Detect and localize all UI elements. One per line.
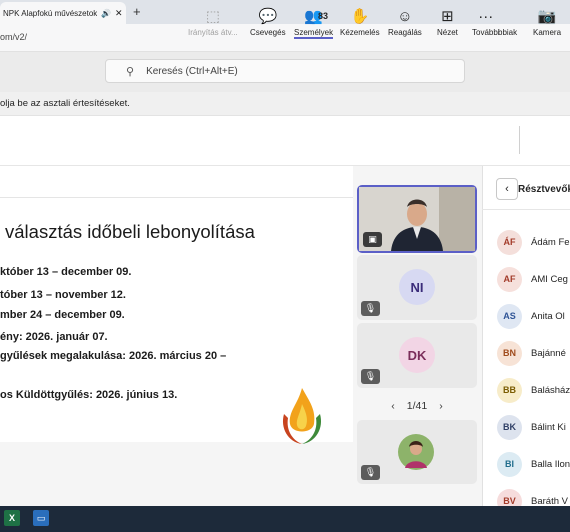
camera-button[interactable]: 📷 Kamera [533,8,561,37]
os-taskbar [0,506,570,532]
smiley-icon: ☺ [397,8,413,25]
raise-hand-button[interactable]: ✋ Kézemelés [340,8,380,37]
participant-avatar: AF [497,266,522,292]
panel-title: Résztvevők [518,184,570,195]
camera-off-icon: 📷 [537,8,557,25]
participant-avatar: BI [497,451,522,477]
hand-icon: ✋ [350,8,370,25]
more-button[interactable]: ··· További [472,8,500,37]
participant-name: Balla Ilon [531,458,570,470]
chevron-left-icon: ‹ [505,183,509,195]
speaker-icon[interactable]: 🔊 [101,9,111,18]
take-control-button[interactable]: ⬚ Irányítás átv... [188,8,238,37]
close-tab-icon[interactable]: ✕ [115,8,123,19]
screen-share-icon: ▣ [363,232,382,247]
avatar-photo [398,434,434,470]
slide-line: os Küldöttgyűlés: 2026. június 13. [0,389,178,401]
flame-logo [282,388,322,444]
participant-row[interactable]: AS Anita Ol [497,303,565,329]
participant-avatar: BK [497,414,522,440]
mic-muted-icon: 🎙 [361,465,380,480]
page-indicator: 1/41 [406,400,428,412]
chat-button[interactable]: 💬 Csevegés [250,8,286,37]
chat-icon: 💬 [258,8,278,25]
view-button[interactable]: ⊞ Nézet [437,8,458,37]
participant-name: Balásház [531,384,570,396]
participant-name: Ádám Fe [531,236,570,248]
chevron-right-icon[interactable]: › [439,400,443,412]
participant-row[interactable]: BN Bajánné [497,340,566,366]
more-icon: ··· [478,8,494,25]
search-input[interactable]: ⚲ Keresés (Ctrl+Alt+E) [105,59,465,83]
video-tile-dk[interactable]: DK 🎙 [357,323,477,388]
new-tab-icon[interactable]: + [133,4,141,19]
search-placeholder: Keresés (Ctrl+Alt+E) [146,65,238,77]
participant-name: Anita Ol [531,310,565,322]
participant-row[interactable]: AF AMI Ceg [497,266,568,292]
react-button[interactable]: ☺ Reagálás [388,8,422,37]
more-button-suffix: bbiak [498,28,518,37]
url-text[interactable]: om/v2/ [0,32,27,42]
search-icon: ⚲ [126,65,135,78]
video-tile-speaker[interactable]: ▣ [357,185,477,253]
participant-avatar: BB [497,377,522,403]
chevron-left-icon[interactable]: ‹ [391,400,395,412]
notification-banner: olja be az asztali értesítéseket. [0,92,570,116]
participant-avatar: ÁF [497,229,522,255]
slide-title: választás időbeli lebonyolítása [5,221,255,242]
slide-divider [0,197,353,198]
video-tile-ni[interactable]: NI 🎙 [357,255,477,320]
participant-row[interactable]: BI Balla Ilon [497,451,570,477]
people-button[interactable]: 👥 83 Személyek [294,8,334,39]
avatar: DK [399,337,435,373]
toolbar-divider [519,126,520,154]
avatar: NI [399,269,435,305]
participant-avatar: AS [497,303,522,329]
tile-pager: ‹ 1/41 › [357,398,477,414]
participant-row[interactable]: ÁF Ádám Fe [497,229,570,255]
mic-muted-icon: 🎙 [361,369,380,384]
people-count: 83 [318,11,329,21]
participant-name: AMI Ceg [531,273,568,285]
slide-line: tóber 13 – november 12. [0,289,126,301]
mic-muted-icon: 🎙 [361,301,380,316]
grid-icon: ⊞ [441,8,454,25]
video-tile-photo[interactable]: 🎙 [357,420,477,484]
slide-line: ény: 2026. január 07. [0,331,108,343]
browser-tab-title: NPK Alapfokú művészetoktatá [3,8,97,18]
back-button[interactable]: ‹ [496,178,518,200]
notification-text: olja be az asztali értesítéseket. [0,98,130,109]
participant-row[interactable]: BK Bálint Ki [497,414,566,440]
slide-line: któber 13 – december 09. [0,266,132,278]
participant-row[interactable]: BB Balásház [497,377,570,403]
participant-name: Bajánné [531,347,566,359]
excel-icon[interactable]: X [4,510,20,526]
remote-desktop-icon[interactable]: ▭ [33,510,49,526]
slide-line: gyűlések megalakulása: 2026. március 20 … [0,350,227,362]
participant-avatar: BN [497,340,522,366]
slide-line: mber 24 – december 09. [0,309,125,321]
meeting-toolbar [0,116,570,166]
participant-name: Bálint Ki [531,421,566,433]
participant-name: Baráth V [531,495,568,507]
browser-tab[interactable]: NPK Alapfokú művészetoktatá 🔊 ✕ [0,2,126,24]
take-control-icon: ⬚ [205,8,220,25]
